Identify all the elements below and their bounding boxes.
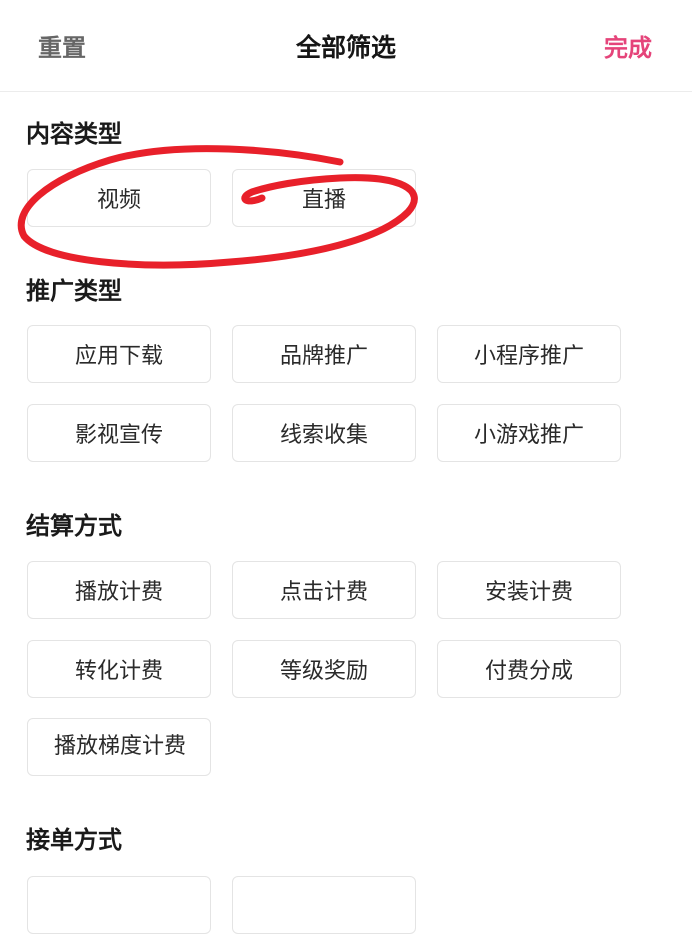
option-film-publicity[interactable]: 影视宣传 [27,404,211,462]
option-mini-game-promotion[interactable]: 小游戏推广 [437,404,621,462]
option-paid-revenue-share[interactable]: 付费分成 [437,640,621,698]
option-install-billing[interactable]: 安装计费 [437,561,621,619]
section-title-promotion-type: 推广类型 [26,277,122,305]
option-click-billing[interactable]: 点击计费 [232,561,416,619]
section-title-order-method: 接单方式 [26,826,122,854]
option-play-billing[interactable]: 播放计费 [27,561,211,619]
option-level-reward[interactable]: 等级奖励 [232,640,416,698]
option-video[interactable]: 视频 [27,169,211,227]
option-live[interactable]: 直播 [232,169,416,227]
option-app-download[interactable]: 应用下载 [27,325,211,383]
option-order-method-2[interactable] [232,876,416,934]
option-order-method-1[interactable] [27,876,211,934]
filter-header: 重置 全部筛选 完成 [0,0,692,92]
option-lead-collection[interactable]: 线索收集 [232,404,416,462]
option-brand-promotion[interactable]: 品牌推广 [232,325,416,383]
option-tiered-play-billing[interactable]: 播放梯度计费 [27,718,211,776]
done-button[interactable]: 完成 [604,28,652,63]
option-conversion-billing[interactable]: 转化计费 [27,640,211,698]
section-title-settlement: 结算方式 [26,512,122,540]
page-title: 全部筛选 [295,33,396,62]
section-title-content-type: 内容类型 [26,120,122,148]
option-mini-program-promotion[interactable]: 小程序推广 [437,325,621,383]
